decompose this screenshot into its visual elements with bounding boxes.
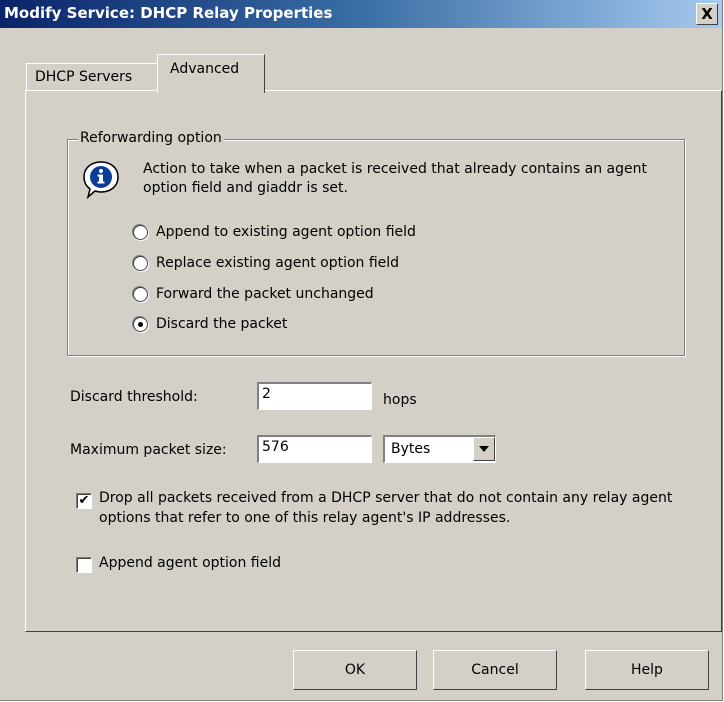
dropdown-arrow-button[interactable] [473,437,495,461]
reforwarding-group-label: Reforwarding option [78,130,224,146]
radio-discard-packet[interactable]: Discard the packet [133,314,287,334]
radio-forward-unchanged-button[interactable] [133,286,148,302]
tab-advanced-label: Advanced [170,61,240,77]
title-bar[interactable]: Modify Service: DHCP Relay Properties X [0,0,722,28]
max-packet-size-label: Maximum packet size: [70,442,227,458]
help-button[interactable]: Help [585,650,709,690]
radio-forward-unchanged[interactable]: Forward the packet unchanged [133,284,374,304]
ok-button[interactable]: OK [293,650,417,690]
cancel-button[interactable]: Cancel [433,650,557,690]
hops-unit-label: hops [383,392,417,408]
radio-forward-unchanged-label: Forward the packet unchanged [156,286,374,302]
drop-packets-checkbox[interactable]: ✔ [76,493,92,509]
info-icon [83,161,119,200]
append-option-checkbox[interactable] [76,557,92,573]
dialog-window: Modify Service: DHCP Relay Properties X … [0,0,723,701]
radio-discard-packet-label: Discard the packet [156,316,288,332]
packet-size-unit-value: Bytes [391,441,431,457]
radio-append-existing[interactable]: Append to existing agent option field [133,222,416,242]
discard-threshold-label: Discard threshold: [70,389,198,405]
window-title: Modify Service: DHCP Relay Properties [4,4,333,22]
radio-replace-existing-label: Replace existing agent option field [156,255,400,271]
drop-packets-label: Drop all packets received from a DHCP se… [99,490,673,526]
packet-size-unit-select[interactable]: Bytes [383,435,496,463]
max-packet-size-input[interactable]: 576 [257,435,372,463]
reforwarding-description: Action to take when a packet is received… [143,161,647,196]
radio-replace-existing[interactable]: Replace existing agent option field [133,253,399,273]
close-button[interactable]: X [696,3,718,25]
chevron-down-icon [479,446,489,452]
radio-discard-packet-button[interactable] [133,316,148,332]
tab-dhcp-servers-label: DHCP Servers [35,69,133,85]
tab-dhcp-servers[interactable]: DHCP Servers [26,63,158,92]
radio-replace-existing-button[interactable] [133,255,148,271]
append-option-label: Append agent option field [99,555,281,571]
discard-threshold-input[interactable]: 2 [257,382,372,410]
radio-append-existing-button[interactable] [133,224,148,240]
tab-advanced[interactable]: Advanced [157,54,265,93]
radio-append-existing-label: Append to existing agent option field [156,224,416,240]
